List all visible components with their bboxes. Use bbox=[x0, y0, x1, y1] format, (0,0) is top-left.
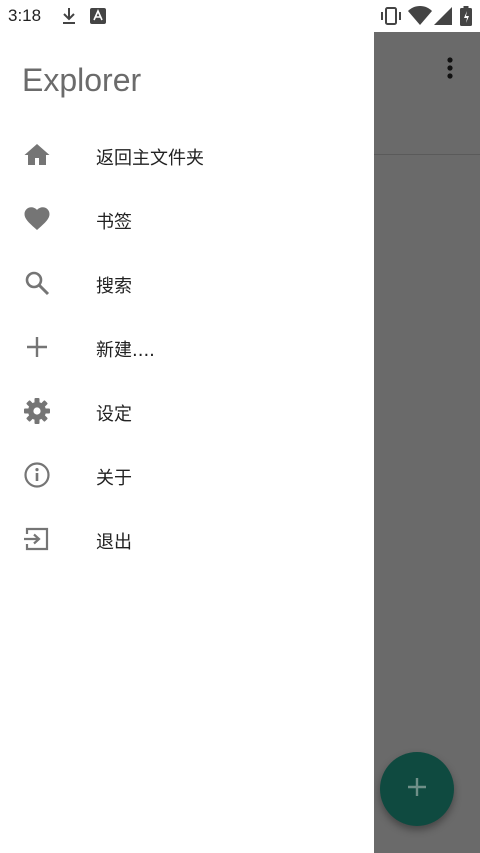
menu-item-label: 关于 bbox=[96, 468, 132, 489]
info-icon bbox=[23, 461, 51, 489]
status-time: 3:18 bbox=[8, 6, 42, 25]
background-scrim[interactable] bbox=[374, 32, 480, 853]
search-icon bbox=[23, 269, 51, 297]
menu-item-search[interactable]: 搜索 bbox=[0, 251, 374, 315]
download-icon bbox=[60, 6, 78, 31]
wifi-icon bbox=[408, 6, 432, 31]
vibrate-icon bbox=[380, 6, 402, 31]
menu-item-label: 书签 bbox=[96, 212, 132, 233]
battery-icon bbox=[460, 6, 472, 31]
fab-add-button[interactable] bbox=[380, 752, 454, 826]
menu-item-new[interactable]: 新建.... bbox=[0, 315, 374, 379]
gear-icon bbox=[23, 397, 51, 425]
menu-item-bookmarks[interactable]: 书签 bbox=[0, 187, 374, 251]
menu-item-home[interactable]: 返回主文件夹 bbox=[0, 123, 374, 187]
menu-item-label: 返回主文件夹 bbox=[96, 148, 204, 169]
signal-icon bbox=[434, 6, 452, 31]
menu-item-exit[interactable]: 退出 bbox=[0, 507, 374, 571]
home-icon bbox=[23, 141, 51, 169]
menu-item-label: 新建.... bbox=[96, 340, 155, 361]
exit-icon bbox=[23, 525, 51, 553]
heart-icon bbox=[23, 205, 51, 233]
menu-item-label: 搜索 bbox=[96, 276, 132, 297]
plus-icon bbox=[406, 776, 428, 803]
toolbar-divider bbox=[374, 154, 480, 155]
drawer-title: Explorer bbox=[22, 62, 142, 98]
a-notification-icon bbox=[90, 8, 106, 29]
menu-item-label: 退出 bbox=[96, 532, 132, 553]
status-bar: 3:18 bbox=[0, 0, 480, 32]
drawer-menu: 返回主文件夹 书签 搜索 新建.... 设定 关于 退出 bbox=[0, 123, 374, 571]
navigation-drawer: Explorer 返回主文件夹 书签 搜索 新建.... 设定 关于 退出 bbox=[0, 32, 374, 853]
plus-icon bbox=[23, 333, 51, 361]
more-options-icon[interactable] bbox=[444, 56, 456, 87]
menu-item-settings[interactable]: 设定 bbox=[0, 379, 374, 443]
menu-item-label: 设定 bbox=[96, 404, 132, 425]
menu-item-about[interactable]: 关于 bbox=[0, 443, 374, 507]
